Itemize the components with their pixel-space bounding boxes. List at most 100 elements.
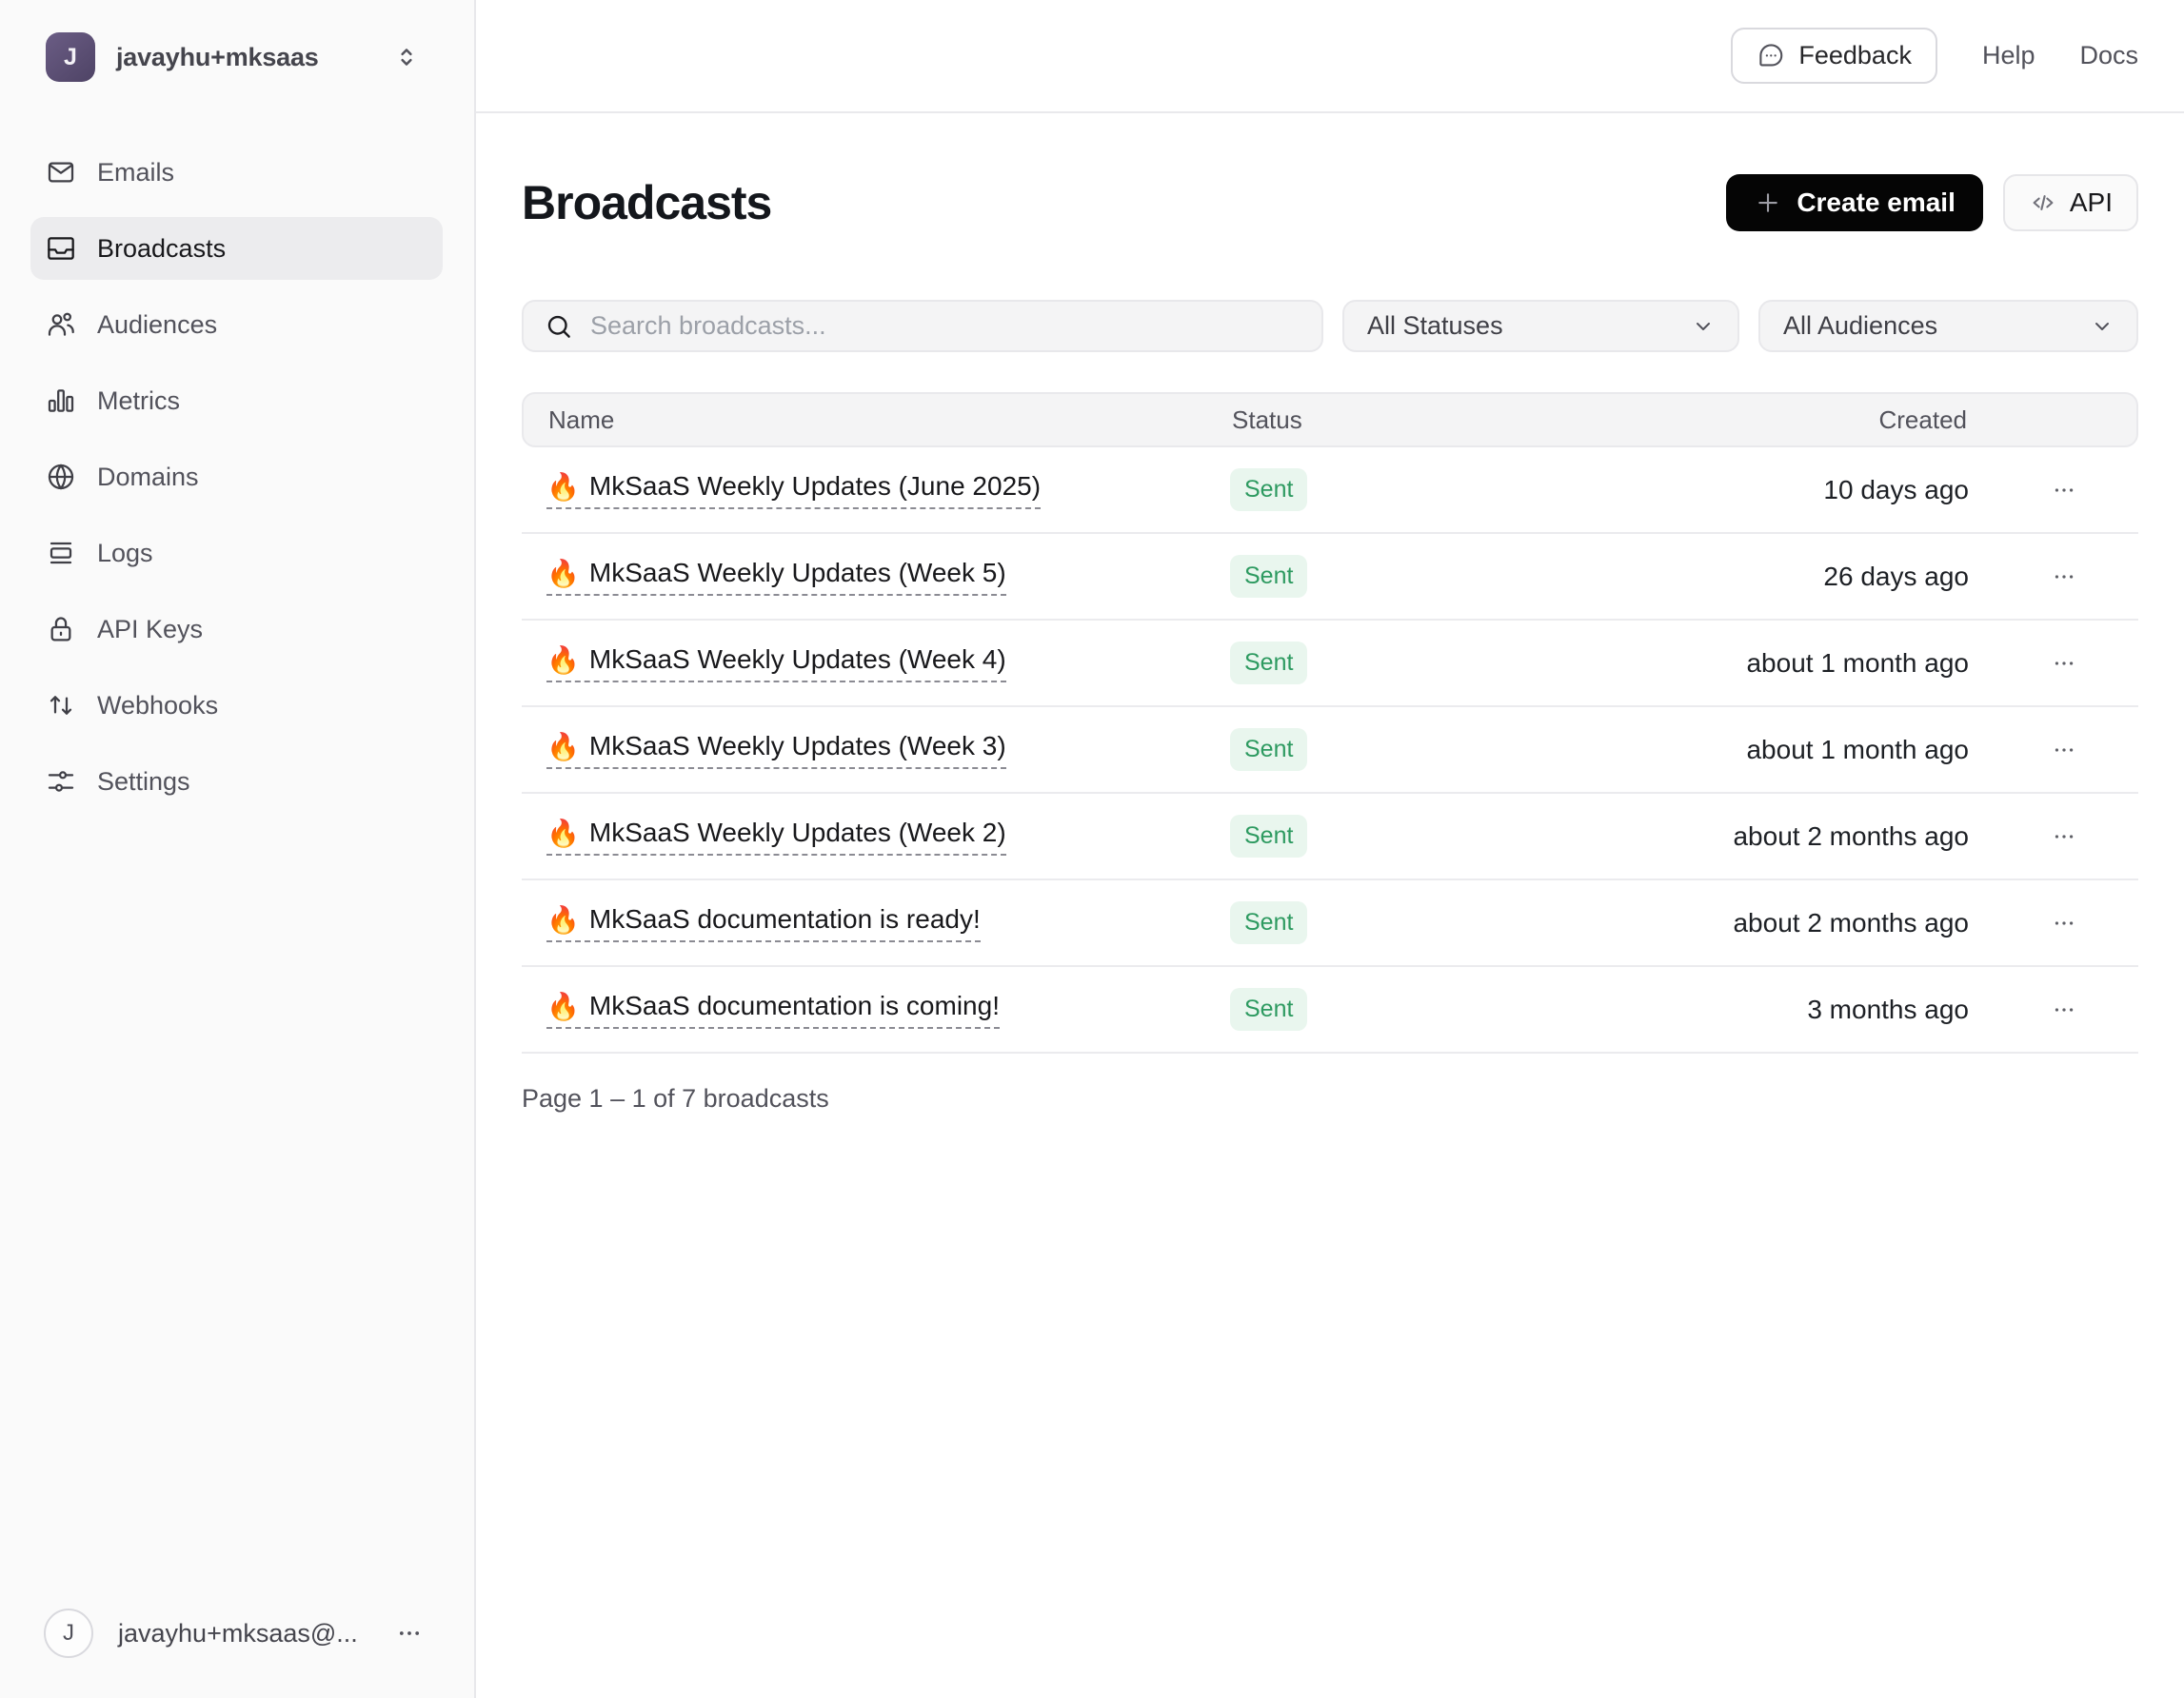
status-badge: Sent bbox=[1230, 728, 1308, 771]
row-menu-button[interactable] bbox=[2044, 990, 2084, 1030]
search-input[interactable] bbox=[590, 311, 1300, 341]
content: Broadcasts Create email API Search broad… bbox=[476, 113, 2184, 1114]
status-filter-value: All Statuses bbox=[1367, 311, 1503, 340]
sidebar: J javayhu+mksaas Emails Broadcasts Audie… bbox=[0, 0, 476, 1698]
sidebar-nav: Emails Broadcasts Audiences Metrics Doma… bbox=[0, 109, 474, 813]
table-row: 🔥 MkSaaS Weekly Updates (Week 4) Sent abo… bbox=[522, 621, 2138, 707]
status-badge: Sent bbox=[1230, 468, 1308, 511]
audience-filter-select[interactable]: All Audiences bbox=[1758, 300, 2138, 352]
broadcast-link[interactable]: 🔥 MkSaaS Weekly Updates (Week 2) bbox=[546, 818, 1006, 856]
created-date: 3 months ago bbox=[1807, 994, 1969, 1024]
sidebar-item-domains[interactable]: Domains bbox=[30, 445, 443, 508]
row-menu-button[interactable] bbox=[2044, 817, 2084, 857]
broadcast-link[interactable]: 🔥 MkSaaS Weekly Updates (Week 3) bbox=[546, 731, 1006, 769]
page-actions: Create email API bbox=[1726, 174, 2138, 231]
page-title: Broadcasts bbox=[522, 176, 772, 229]
sidebar-item-label: API Keys bbox=[97, 614, 204, 643]
broadcast-name: MkSaaS Weekly Updates (Week 3) bbox=[588, 731, 1006, 760]
sidebar-item-webhooks[interactable]: Webhooks bbox=[30, 674, 443, 737]
status-filter-select[interactable]: All Statuses bbox=[1342, 300, 1739, 352]
row-menu-button[interactable] bbox=[2044, 730, 2084, 770]
table-header: Name Status Created bbox=[522, 392, 2138, 447]
help-link[interactable]: Help bbox=[1982, 41, 2035, 70]
create-email-label: Create email bbox=[1797, 188, 1956, 217]
sidebar-item-audiences[interactable]: Audiences bbox=[30, 293, 443, 356]
created-date: about 2 months ago bbox=[1733, 820, 1969, 851]
api-button[interactable]: API bbox=[2002, 174, 2138, 231]
sidebar-item-settings[interactable]: Settings bbox=[30, 750, 443, 813]
app: J javayhu+mksaas Emails Broadcasts Audie… bbox=[0, 0, 2184, 1698]
chevron-down-icon bbox=[2091, 315, 2114, 338]
sidebar-item-api-keys[interactable]: API Keys bbox=[30, 598, 443, 661]
sidebar-item-label: Webhooks bbox=[97, 690, 219, 720]
message-bubble-icon bbox=[1757, 42, 1785, 70]
broadcast-link[interactable]: 🔥 MkSaaS Weekly Updates (June 2025) bbox=[546, 471, 1042, 509]
table-row: 🔥 MkSaaS Weekly Updates (Week 3) Sent abo… bbox=[522, 707, 2138, 794]
topbar: Feedback Help Docs bbox=[476, 0, 2184, 113]
inbox-icon bbox=[46, 233, 76, 264]
filters-row: All Statuses All Audiences bbox=[522, 300, 2138, 352]
code-icon bbox=[2029, 188, 2057, 217]
mail-icon bbox=[46, 157, 76, 188]
table-row: 🔥 MkSaaS Weekly Updates (Week 5) Sent 26 … bbox=[522, 534, 2138, 621]
created-date: about 1 month ago bbox=[1746, 734, 1969, 764]
lock-icon bbox=[46, 614, 76, 644]
users-icon bbox=[46, 309, 76, 340]
broadcast-link[interactable]: 🔥 MkSaaS Weekly Updates (Week 5) bbox=[546, 558, 1006, 596]
account-name: javayhu+mksaas bbox=[116, 42, 319, 71]
sidebar-item-label: Audiences bbox=[97, 309, 218, 339]
sidebar-item-label: Logs bbox=[97, 538, 153, 567]
ellipsis-icon[interactable] bbox=[396, 1620, 423, 1647]
created-date: 26 days ago bbox=[1823, 561, 1969, 591]
avatar: J bbox=[46, 32, 95, 82]
plus-icon bbox=[1754, 188, 1782, 217]
broadcast-name: MkSaaS Weekly Updates (Week 2) bbox=[588, 818, 1006, 847]
row-menu-button[interactable] bbox=[2044, 903, 2084, 943]
table-row: 🔥 MkSaaS Weekly Updates (Week 2) Sent abo… bbox=[522, 794, 2138, 880]
broadcast-link[interactable]: 🔥 MkSaaS Weekly Updates (Week 4) bbox=[546, 644, 1006, 682]
row-menu-button[interactable] bbox=[2044, 643, 2084, 683]
sidebar-item-emails[interactable]: Emails bbox=[30, 141, 443, 204]
account-switcher[interactable]: J javayhu+mksaas bbox=[0, 0, 474, 109]
pagination-status: Page 1 – 1 of 7 broadcasts bbox=[522, 1084, 829, 1113]
create-email-button[interactable]: Create email bbox=[1726, 174, 1983, 231]
flame-icon: 🔥 bbox=[546, 991, 580, 1021]
page-head: Broadcasts Create email API bbox=[522, 174, 2138, 231]
flame-icon: 🔥 bbox=[546, 644, 580, 675]
docs-link[interactable]: Docs bbox=[2079, 41, 2138, 70]
created-date: about 2 months ago bbox=[1733, 907, 1969, 938]
footer-email: javayhu+mksaas@... bbox=[118, 1618, 358, 1648]
column-header-name: Name bbox=[548, 405, 615, 434]
main: Feedback Help Docs Broadcasts Create ema… bbox=[476, 0, 2184, 1698]
sidebar-item-broadcasts[interactable]: Broadcasts bbox=[30, 217, 443, 280]
status-badge: Sent bbox=[1230, 555, 1308, 598]
sidebar-item-label: Emails bbox=[97, 157, 175, 187]
sidebar-item-logs[interactable]: Logs bbox=[30, 522, 443, 584]
row-menu-button[interactable] bbox=[2044, 470, 2084, 510]
chevron-up-down-icon bbox=[392, 43, 421, 71]
broadcast-link[interactable]: 🔥 MkSaaS documentation is ready! bbox=[546, 904, 981, 942]
flame-icon: 🔥 bbox=[546, 818, 580, 848]
flame-icon: 🔥 bbox=[546, 558, 580, 588]
broadcast-name: MkSaaS documentation is ready! bbox=[588, 904, 981, 934]
search-icon bbox=[545, 312, 573, 341]
broadcast-name: MkSaaS Weekly Updates (June 2025) bbox=[588, 471, 1042, 501]
status-badge: Sent bbox=[1230, 988, 1308, 1031]
column-header-created: Created bbox=[1878, 405, 1968, 434]
created-date: about 1 month ago bbox=[1746, 647, 1969, 678]
sidebar-item-label: Broadcasts bbox=[97, 233, 227, 263]
sidebar-item-metrics[interactable]: Metrics bbox=[30, 369, 443, 432]
broadcast-name: MkSaaS Weekly Updates (Week 5) bbox=[588, 558, 1006, 587]
column-header-status: Status bbox=[1232, 405, 1302, 434]
sidebar-footer-account[interactable]: J javayhu+mksaas@... bbox=[0, 1582, 474, 1698]
audience-filter-value: All Audiences bbox=[1783, 311, 1938, 340]
broadcast-name: MkSaaS Weekly Updates (Week 4) bbox=[588, 644, 1006, 674]
broadcast-link[interactable]: 🔥 MkSaaS documentation is coming! bbox=[546, 991, 1000, 1029]
logs-icon bbox=[46, 538, 76, 568]
broadcasts-table: Name Status Created 🔥 MkSaaS Weekly Updat… bbox=[522, 392, 2138, 1054]
feedback-button[interactable]: Feedback bbox=[1731, 28, 1937, 84]
status-badge: Sent bbox=[1230, 901, 1308, 944]
broadcast-name: MkSaaS documentation is coming! bbox=[588, 991, 1000, 1020]
row-menu-button[interactable] bbox=[2044, 557, 2084, 597]
status-badge: Sent bbox=[1230, 815, 1308, 858]
